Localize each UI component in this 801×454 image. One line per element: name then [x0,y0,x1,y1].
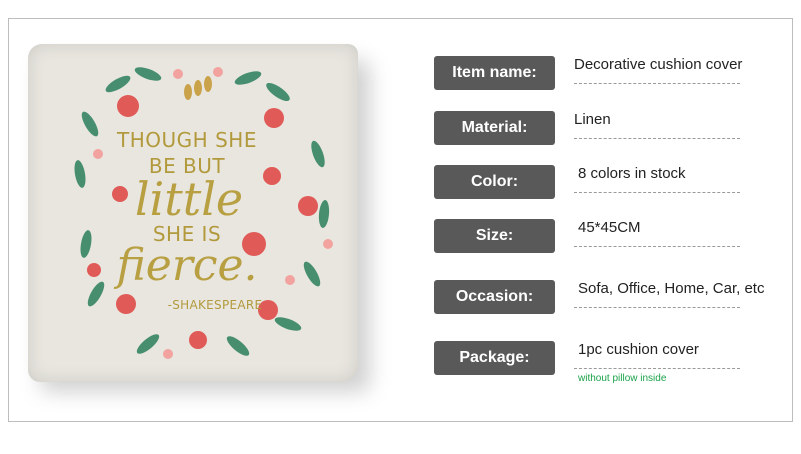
spec-label: Color: [434,165,555,199]
spec-label: Material: [434,111,555,145]
spec-value: 8 colors in stock [578,165,686,182]
spec-row-size: Size: 45*45CM [434,219,774,253]
spec-label: Item name: [434,56,555,90]
spec-label: Size: [434,219,555,253]
quote-line: THOUGH SHE [117,128,257,152]
divider [574,83,740,84]
spec-row-color: Color: 8 colors in stock [434,165,774,199]
spec-row-occasion: Occasion: Sofa, Office, Home, Car, etc [434,280,774,314]
spec-value: Sofa, Office, Home, Car, etc [578,280,765,297]
quote-line: fierce. [116,240,258,291]
package-note: without pillow inside [578,373,667,384]
divider [574,246,740,247]
divider [574,192,740,193]
spec-value: 45*45CM [578,219,641,236]
spec-value: Linen [574,111,611,128]
spec-label: Package: [434,341,555,375]
quote-line: little [134,172,244,226]
quote-text: THOUGH SHE BE BUT little SHE IS fierce. … [28,44,358,382]
spec-row-item-name: Item name: Decorative cushion cover [434,56,774,90]
spec-value: Decorative cushion cover [574,56,743,73]
divider [574,368,740,369]
cushion-cover: THOUGH SHE BE BUT little SHE IS fierce. … [28,44,358,382]
quote-attribution: -SHAKESPEARE [167,298,263,312]
divider [574,138,740,139]
product-image: THOUGH SHE BE BUT little SHE IS fierce. … [22,40,372,395]
spec-row-package: Package: 1pc cushion cover without pillo… [434,341,774,384]
spec-row-material: Material: Linen [434,111,774,145]
spec-value: 1pc cushion cover [578,341,699,358]
spec-label: Occasion: [434,280,555,314]
divider [574,307,740,308]
